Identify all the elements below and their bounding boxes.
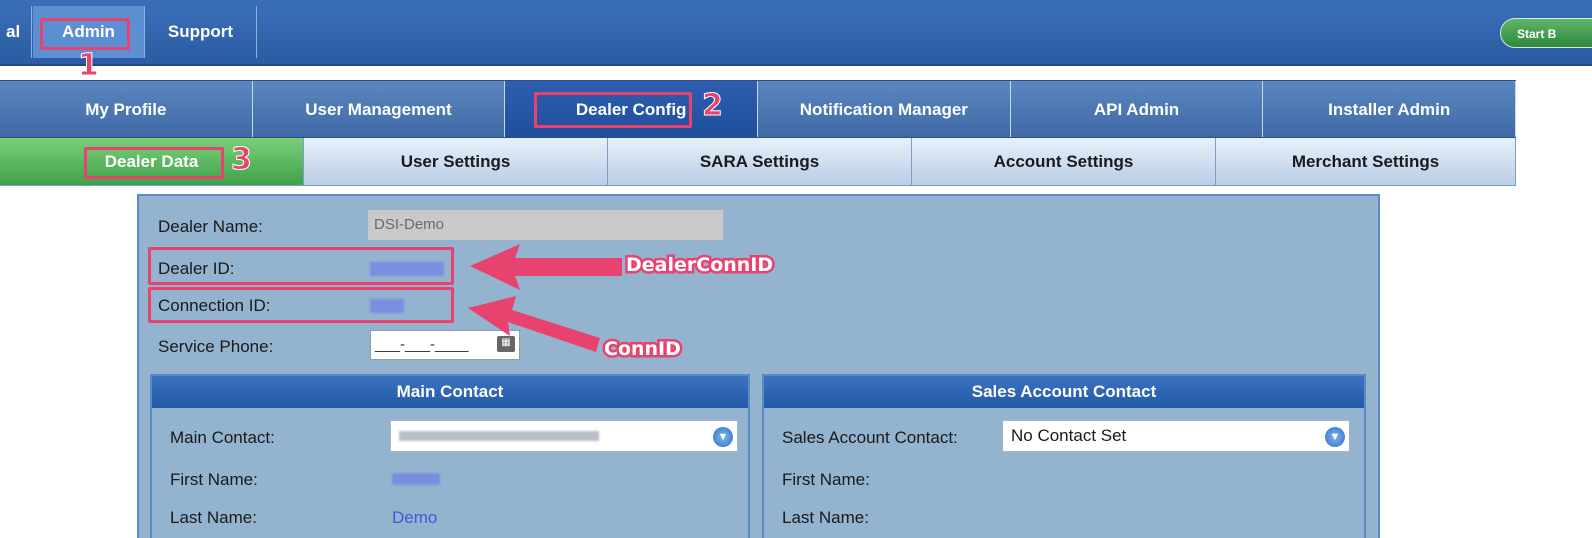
callout-dealerconnid: DealerConnID — [623, 252, 775, 279]
page-root: al Admin Support Start B My Profile User … — [0, 0, 1592, 538]
callout-connid: ConnID — [602, 336, 684, 363]
annotation-arrows — [468, 244, 622, 352]
arrow-to-connection-id — [468, 296, 600, 352]
arrow-to-dealer-id — [470, 244, 622, 290]
